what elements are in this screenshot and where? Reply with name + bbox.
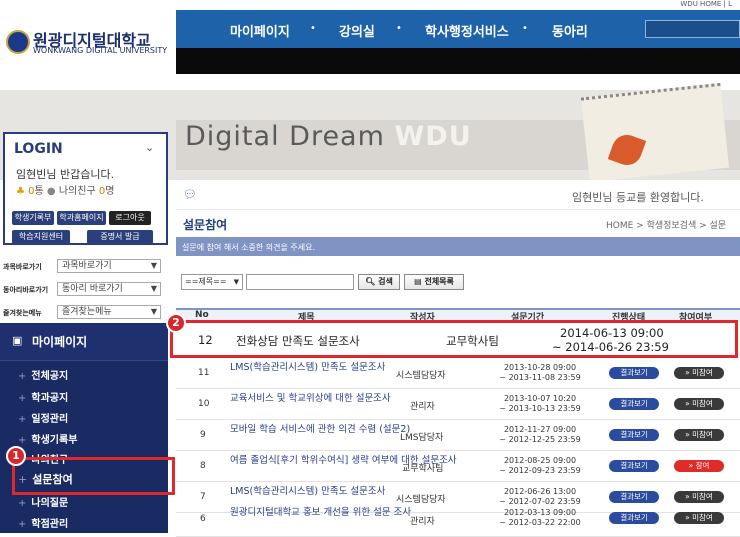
learning-support-button[interactable]: 학습지원센터 (12, 230, 70, 244)
row-author: 시스템담당자 (396, 495, 446, 505)
nav-search-input[interactable] (645, 20, 740, 38)
welcome-text: 임현빈님 반갑습니다. (16, 168, 115, 181)
row-period: 2013-10-07 10:20 ~ 2013-10-13 23:59 (499, 394, 581, 413)
row-no: 9 (200, 430, 206, 440)
participation-status-button[interactable]: » 미참여 (674, 398, 724, 410)
row-author: LMS담당자 (400, 433, 444, 443)
search-button[interactable]: 🔍︎ 검색 (358, 274, 400, 290)
row-no: 8 (200, 461, 206, 471)
search-input[interactable] (246, 274, 354, 290)
result-view-button[interactable]: 결과보기 (609, 367, 659, 379)
nav-classroom[interactable]: 강의실 (339, 21, 375, 40)
sidebar-item-my-questions[interactable]: + 나의질문 (18, 494, 68, 509)
row-period: 2012-03-13 09:00 ~ 2012-03-22 22:00 (499, 508, 581, 527)
participation-status-button[interactable]: » 미참여 (674, 491, 724, 503)
row-author: 관리자 (410, 402, 435, 412)
club-shortcut-label: 동아리바로가기 (3, 286, 49, 294)
row-title[interactable]: LMS(학습관리시스템) 만족도 설문조사 (230, 487, 395, 497)
row-title[interactable]: 교육서비스 및 학교위상에 대한 설문조사 (230, 394, 395, 404)
participation-status-button[interactable]: » 미참여 (674, 512, 724, 524)
search-icon: 🔍︎ (365, 277, 376, 286)
favorite-menu-label: 즐겨찾는메뉴 (3, 309, 42, 317)
sidebar-item-grades[interactable]: + 학점관리 (18, 515, 68, 530)
favorite-menu-select[interactable]: 즐겨찾는메뉴 ▼ (57, 305, 161, 319)
logo-english[interactable]: WONKWANG DIGITAL UNIVERSITY (33, 46, 167, 55)
participation-status-button[interactable]: » 미참여 (674, 429, 724, 441)
row-title[interactable]: 원광디지털대학교 홍보 개선을 위한 설문 조사 (230, 508, 411, 518)
list-icon: ▤ (414, 277, 422, 286)
row-period: 2012-08-25 09:00 ~ 2012-09-23 23:59 (499, 456, 581, 475)
row-author: 교무학사팀 (402, 464, 444, 474)
nav-separator: • (396, 23, 402, 34)
dept-homepage-button[interactable]: 학과홈페이지 (57, 211, 106, 225)
nav-mypage[interactable]: 마이페이지 (230, 21, 290, 40)
row-author: 관리자 (410, 517, 435, 527)
sidebar-item-dept-notices[interactable]: + 학과공지 (18, 389, 68, 404)
row-title[interactable]: 전화상담 만족도 설문조사 (236, 333, 360, 349)
row-period: 2013-10-28 09:00 ~ 2013-11-08 23:59 (499, 363, 581, 382)
participation-status-button[interactable]: » 참여 (674, 460, 724, 472)
greeting-text: 임현빈님 등교를 환영합니다. (572, 191, 704, 204)
participation-status-button[interactable]: » 미참여 (674, 367, 724, 379)
row-title[interactable]: 여름 졸업식[후기 학위수여식] 생략 여부에 대한 설문조사 (230, 456, 457, 466)
student-record-button[interactable]: 학생기록부 (12, 211, 54, 225)
info-text: 설문에 참여 해서 소중한 의견을 주세요. (182, 243, 316, 252)
speech-bubble-icon: 💬︎ (183, 188, 197, 201)
login-title: LOGIN (14, 141, 63, 157)
university-seal-icon (6, 30, 30, 54)
row-no: 7 (200, 492, 206, 502)
row-period: 2012-11-27 09:00 ~ 2012-12-25 23:59 (499, 425, 581, 444)
hero-text: Digital Dream WDU (185, 121, 472, 152)
row-no: 6 (200, 514, 206, 524)
sidebar-item-student-record[interactable]: + 학생기록부 (18, 431, 77, 446)
certificate-button[interactable]: 증명서 발급 (87, 230, 153, 244)
sub-nav-bar (176, 48, 740, 74)
nav-separator: • (310, 23, 316, 34)
nav-academic-service[interactable]: 학사행정서비스 (425, 21, 509, 40)
points-info: ♣ 0통 ● 나의친구 0명 (16, 186, 115, 197)
notebook-illustration (580, 82, 730, 183)
full-list-button[interactable]: ▤ 전체목록 (404, 274, 464, 290)
result-view-button[interactable]: 결과보기 (609, 429, 659, 441)
row-period: 2012-06-26 13:00 ~ 2012-07-02 23:59 (499, 487, 581, 506)
step-badge-1: 1 (6, 446, 26, 466)
result-view-button[interactable]: 결과보기 (609, 512, 659, 524)
top-links-bar (176, 0, 740, 10)
result-view-button[interactable]: 결과보기 (609, 460, 659, 472)
cube-icon: ▣ (12, 334, 23, 347)
col-no: No (195, 310, 209, 320)
course-shortcut-select[interactable]: 과목바로가기 ▼ (57, 259, 161, 273)
page-title: 설문참여 (183, 218, 228, 232)
nav-club[interactable]: 동아리 (552, 21, 588, 40)
top-links[interactable]: WDU HOME | L (680, 0, 732, 8)
step-badge-2: 2 (166, 313, 186, 333)
row-no: 10 (198, 399, 210, 409)
sidebar-title[interactable]: 마이페이지 (32, 333, 87, 350)
people-icon: ♣ (16, 186, 25, 197)
row-start: 2014-06-13 09:00 (560, 326, 664, 340)
row-no: 11 (198, 368, 210, 378)
club-shortcut-select[interactable]: 동아리 바로가기 ▼ (57, 282, 161, 296)
row-title[interactable]: LMS(학습관리시스템) 만족도 설문조사 (230, 363, 395, 373)
row-no: 12 (198, 333, 213, 347)
row-author: 교무학사팀 (446, 334, 499, 348)
result-view-button[interactable]: 결과보기 (609, 398, 659, 410)
sidebar-item-all-notices[interactable]: + 전체공지 (18, 367, 68, 382)
friend-icon: ● (46, 186, 56, 197)
breadcrumb[interactable]: HOME > 학생정보검색 > 설문 (606, 218, 726, 231)
highlight-box-survey (12, 457, 175, 495)
search-field-select[interactable]: ==제목== ▼ (181, 274, 243, 290)
sidebar-item-schedule[interactable]: + 일정관리 (18, 410, 68, 425)
row-author: 시스템담당자 (396, 371, 446, 381)
result-view-button[interactable]: 결과보기 (609, 491, 659, 503)
row-end: ~ 2014-06-26 23:59 (552, 340, 669, 354)
course-shortcut-label: 과목바로가기 (3, 263, 42, 271)
chevron-down-icon[interactable]: ⌄ (145, 141, 154, 154)
row-title[interactable]: 모바일 학습 서비스에 관한 의견 수렴 (설문2) (230, 425, 410, 435)
nav-separator: • (522, 23, 528, 34)
logout-button[interactable]: 로그아웃 (109, 211, 151, 225)
